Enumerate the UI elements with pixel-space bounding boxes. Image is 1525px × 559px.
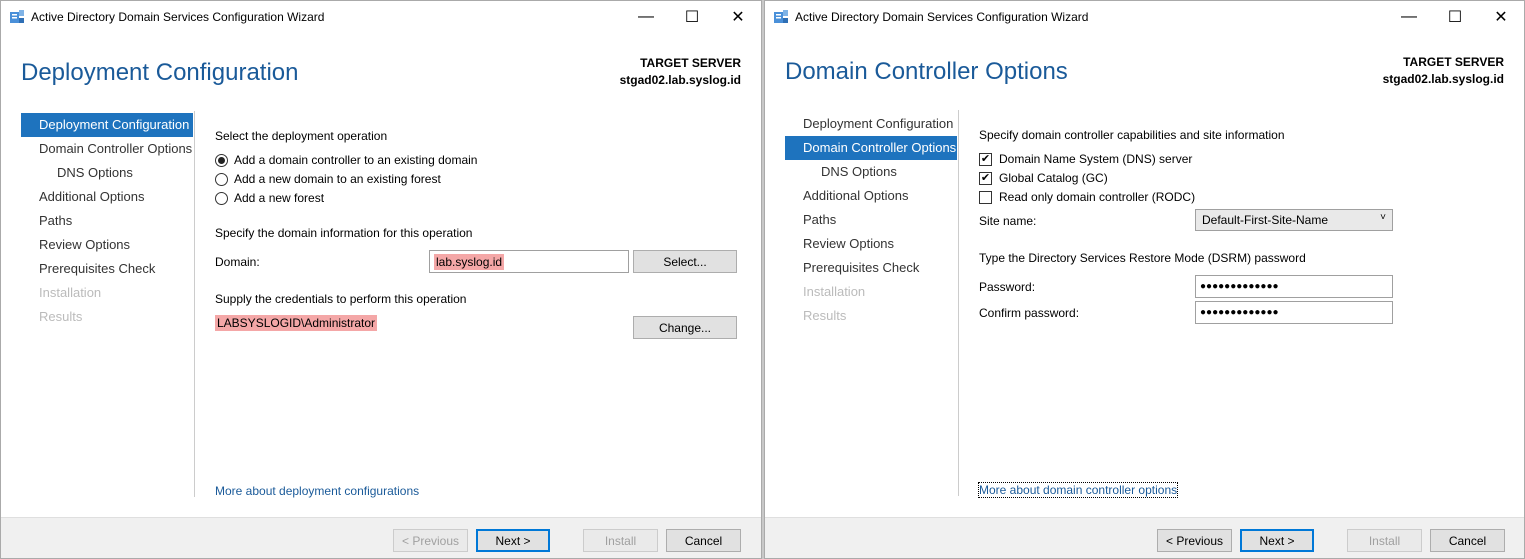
check-label: Domain Name System (DNS) server (999, 152, 1193, 166)
nav-item-domain-controller-options[interactable]: Domain Controller Options (785, 136, 957, 160)
title-bar[interactable]: Active Directory Domain Services Configu… (765, 1, 1524, 33)
nav-item-prerequisites-check[interactable]: Prerequisites Check (21, 257, 193, 281)
nav-divider (958, 110, 959, 496)
target-server-name: stgad02.lab.syslog.id (619, 73, 741, 87)
title-bar[interactable]: Active Directory Domain Services Configu… (1, 1, 761, 33)
cancel-button[interactable]: Cancel (666, 529, 741, 552)
nav-item-paths[interactable]: Paths (785, 208, 957, 232)
minimize-button[interactable]: — (623, 1, 669, 33)
minimize-icon: — (1401, 8, 1417, 25)
checkbox-empty[interactable] (979, 190, 992, 204)
wizard-nav: Deployment Configuration Domain Controll… (785, 112, 957, 328)
site-name-value: Default-First-Site-Name (1202, 213, 1329, 227)
nav-item-additional-options[interactable]: Additional Options (785, 184, 957, 208)
maximize-button[interactable]: ☐ (1432, 1, 1478, 33)
change-button[interactable]: Change... (633, 316, 737, 339)
check-icon[interactable]: ✔ (979, 152, 992, 166)
previous-button[interactable]: < Previous (1157, 529, 1232, 552)
nav-item-prerequisites-check[interactable]: Prerequisites Check (785, 256, 957, 280)
dsrm-label: Type the Directory Services Restore Mode… (979, 251, 1306, 265)
select-button[interactable]: Select... (633, 250, 737, 273)
install-button[interactable]: Install (1347, 529, 1422, 552)
check-dns-server[interactable]: ✔ Domain Name System (DNS) server (979, 150, 1192, 168)
nav-item-paths[interactable]: Paths (21, 209, 193, 233)
maximize-button[interactable]: ☐ (669, 1, 715, 33)
site-name-select[interactable]: Default-First-Site-Name ˅ (1195, 209, 1393, 231)
radio-indicator[interactable] (215, 172, 228, 186)
radio-indicator[interactable] (215, 153, 228, 167)
domain-value: lab.syslog.id (434, 253, 505, 270)
password-label: Password: (979, 280, 1036, 294)
password-input[interactable]: ●●●●●●●●●●●●● (1195, 275, 1393, 298)
nav-item-installation: Installation (803, 284, 866, 299)
nav-item-domain-controller-options[interactable]: Domain Controller Options (21, 137, 193, 161)
credentials-value: LABSYSLOGID\Administrator (215, 315, 378, 331)
minimize-button[interactable]: — (1386, 1, 1432, 33)
footer-bar: < Previous Next > Install Cancel (765, 517, 1524, 558)
radio-add-dc-existing-domain[interactable]: Add a domain controller to an existing d… (215, 151, 477, 169)
wizard-window-deployment: Active Directory Domain Services Configu… (0, 0, 762, 559)
page-title: Domain Controller Options (785, 58, 1068, 85)
target-server-label: TARGET SERVER (1403, 55, 1504, 69)
minimize-icon: — (638, 8, 654, 25)
confirm-password-input[interactable]: ●●●●●●●●●●●●● (1195, 301, 1393, 324)
select-operation-label: Select the deployment operation (215, 129, 388, 143)
check-label: Read only domain controller (RODC) (999, 190, 1196, 204)
radio-label: Add a new forest (234, 191, 325, 205)
target-server-name: stgad02.lab.syslog.id (1382, 72, 1504, 86)
next-button[interactable]: Next > (1240, 529, 1314, 552)
nav-item-installation: Installation (39, 285, 102, 300)
page-title: Deployment Configuration (21, 59, 299, 86)
nav-item-results: Results (803, 308, 847, 323)
radio-label: Add a domain controller to an existing d… (234, 153, 478, 167)
wizard-nav: Deployment Configuration Domain Controll… (21, 113, 193, 329)
radio-label: Add a new domain to an existing forest (234, 172, 441, 186)
close-icon: ✕ (731, 9, 745, 26)
nav-item-deployment-configuration[interactable]: Deployment Configuration (785, 112, 957, 136)
check-rodc[interactable]: Read only domain controller (RODC) (979, 188, 1195, 206)
nav-item-review-options[interactable]: Review Options (21, 233, 193, 257)
nav-item-deployment-configuration[interactable]: Deployment Configuration (21, 113, 193, 137)
capabilities-label: Specify domain controller capabilities a… (979, 128, 1285, 142)
install-button[interactable]: Install (583, 529, 658, 552)
domain-info-label: Specify the domain information for this … (215, 226, 473, 240)
nav-item-dns-options[interactable]: DNS Options (21, 161, 193, 185)
target-server-label: TARGET SERVER (640, 56, 741, 70)
more-about-deployment-link[interactable]: More about deployment configurations (215, 484, 419, 498)
cancel-button[interactable]: Cancel (1430, 529, 1505, 552)
site-name-label: Site name: (979, 214, 1037, 228)
nav-item-additional-options[interactable]: Additional Options (21, 185, 193, 209)
domain-input[interactable]: lab.syslog.id (429, 250, 629, 273)
nav-divider (194, 111, 195, 497)
domain-label: Domain: (215, 255, 260, 269)
maximize-icon: ☐ (684, 9, 700, 26)
nav-item-review-options[interactable]: Review Options (785, 232, 957, 256)
radio-add-new-forest[interactable]: Add a new forest (215, 189, 324, 207)
previous-button[interactable]: < Previous (393, 529, 468, 552)
check-label: Global Catalog (GC) (999, 171, 1108, 185)
close-button[interactable]: ✕ (1478, 1, 1524, 33)
window-title: Active Directory Domain Services Configu… (31, 10, 325, 24)
confirm-password-label: Confirm password: (979, 306, 1080, 320)
radio-add-new-domain[interactable]: Add a new domain to an existing forest (215, 170, 441, 188)
chevron-down-icon: ˅ (1380, 212, 1386, 223)
server-manager-icon (9, 9, 25, 25)
credentials-text: LABSYSLOGID\Administrator (215, 315, 378, 331)
nav-item-results: Results (39, 309, 83, 324)
wizard-window-dc-options: Active Directory Domain Services Configu… (764, 0, 1525, 559)
maximize-icon: ☐ (1447, 9, 1463, 26)
radio-indicator[interactable] (215, 191, 228, 205)
server-manager-icon (773, 9, 789, 25)
nav-item-dns-options[interactable]: DNS Options (785, 160, 957, 184)
close-button[interactable]: ✕ (715, 1, 761, 33)
close-icon: ✕ (1494, 9, 1508, 26)
check-global-catalog[interactable]: ✔ Global Catalog (GC) (979, 169, 1108, 187)
check-icon[interactable]: ✔ (979, 171, 992, 185)
credentials-label: Supply the credentials to perform this o… (215, 292, 467, 306)
more-about-dc-options-link[interactable]: More about domain controller options (977, 482, 1179, 498)
window-title: Active Directory Domain Services Configu… (795, 10, 1089, 24)
next-button[interactable]: Next > (476, 529, 550, 552)
footer-bar: < Previous Next > Install Cancel (1, 517, 761, 558)
